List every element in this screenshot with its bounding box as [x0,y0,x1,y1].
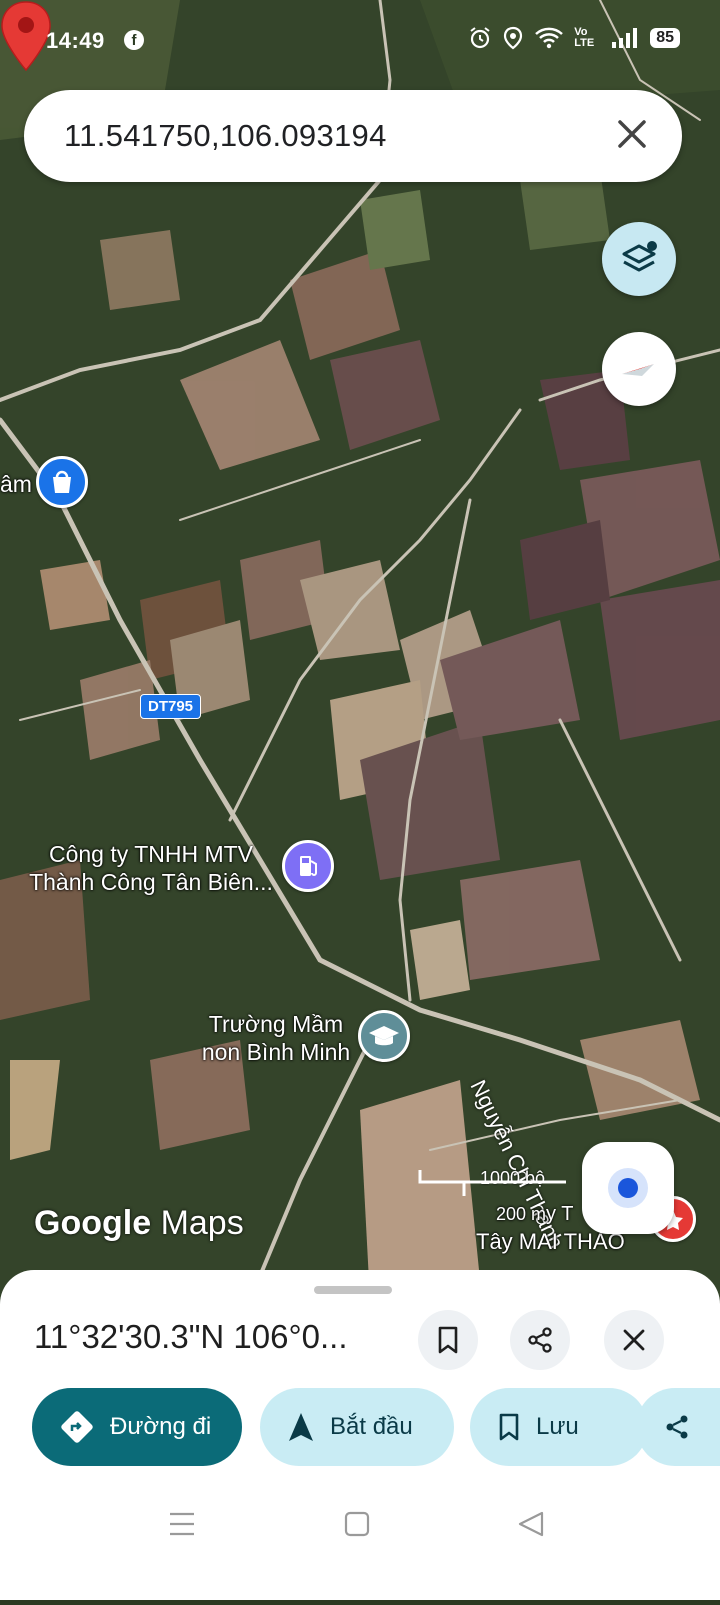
gas-station-label-line2: Thành Công Tân Biên... [29,869,273,895]
alarm-icon [470,27,490,49]
shopping-poi-icon[interactable] [36,456,88,508]
google-maps-logo: Google Maps [34,1204,244,1243]
close-sheet-button[interactable] [604,1310,664,1370]
search-query[interactable]: 11.541750,106.093194 [64,118,387,154]
place-label-partial-1: y T [546,1203,574,1225]
directions-label: Đường đi [110,1413,212,1440]
compass-icon [622,364,654,376]
menu-nav-icon [170,1512,194,1536]
logo-maps: Maps [160,1204,244,1242]
status-bar: 14:49 f Vo LTE 85 [0,0,720,80]
save-bookmark-icon [499,1413,519,1441]
status-icons: Vo LTE 85 [468,26,680,50]
shop-label: âm [0,471,32,497]
save-label: Lưu [536,1413,579,1440]
coordinates-title: 11°32'30.3"N 106°0... [34,1318,348,1355]
share-button[interactable] [510,1310,570,1370]
location-status-icon [504,26,523,50]
logo-google: Google [34,1204,152,1242]
gas-station-icon[interactable] [282,840,334,892]
share-icon [528,1327,552,1353]
scale-bar-line [418,1170,566,1196]
system-nav-icons [170,1511,544,1537]
search-bar[interactable]: 11.541750,106.093194 [24,90,682,182]
navigation-arrow-icon [289,1413,313,1441]
directions-button[interactable]: Đường đi [32,1388,242,1466]
bookmark-icon [438,1326,458,1354]
clear-search-icon[interactable] [610,112,654,156]
gas-station-label-line1: Công ty TNHH MTV [48,841,254,867]
share-pill-icon [666,1415,688,1439]
layers-icon [622,241,657,272]
drag-handle[interactable] [314,1286,392,1294]
bookmark-button[interactable] [418,1310,478,1370]
my-location-button[interactable] [582,1142,674,1234]
satellite-imagery [0,0,720,1300]
status-time: 14:49 [46,28,105,53]
school-label-line2: non Bình Minh [201,1039,351,1065]
school-label-line1: Trường Mầm [208,1011,344,1037]
scale-bar: 1000 bộ [418,1168,566,1196]
battery-indicator: 85 [650,28,680,48]
directions-icon [61,1411,93,1443]
share-pill-button[interactable] [636,1388,720,1466]
home-nav-icon [344,1511,370,1537]
save-button[interactable]: Lưu [470,1388,648,1466]
school-label[interactable]: Trường Mầm non Bình Minh [196,1010,356,1066]
layers-button[interactable] [602,222,676,296]
volte-label: Vo LTE [574,26,595,49]
close-icon [623,1329,645,1351]
road-shield-dt795: DT795 [140,694,202,719]
system-navigation-bar [0,1490,720,1600]
school-icon[interactable] [358,1010,410,1062]
facebook-notification-icon: f [124,30,144,50]
gas-station-label[interactable]: Công ty TNHH MTV Thành Công Tân Biên... [26,840,276,896]
map-view[interactable]: âm DT795 Công ty TNHH MTV Thành Công Tân… [0,0,720,1300]
my-location-icon [608,1168,648,1208]
signal-icon [612,28,638,48]
start-label: Bắt đầu [330,1413,413,1440]
start-button[interactable]: Bắt đầu [260,1388,454,1466]
wifi-icon [535,27,564,49]
scale-bar-bottom-label: 200 m [496,1204,547,1224]
compass-button[interactable] [602,332,676,406]
back-nav-icon [518,1511,544,1537]
